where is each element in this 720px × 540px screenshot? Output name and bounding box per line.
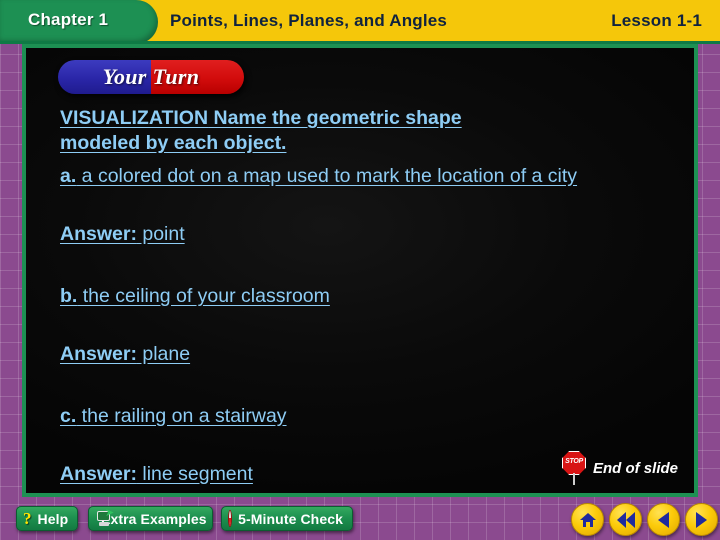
left-arrow-icon bbox=[658, 511, 669, 528]
home-button[interactable] bbox=[571, 503, 604, 536]
extra-examples-button[interactable]: ➤ Extra Examples bbox=[88, 506, 213, 531]
question-c-text: the railing on a stairway bbox=[76, 405, 287, 427]
end-of-slide-label: End of slide bbox=[592, 459, 678, 477]
stop-sign-text: STOP bbox=[565, 458, 583, 465]
question-c: c. the railing on a stairway bbox=[60, 404, 670, 429]
question-a: a. a colored dot on a map used to mark t… bbox=[60, 164, 670, 189]
chapter-label: Chapter 1 bbox=[28, 10, 109, 29]
answer-b-label: Answer: bbox=[60, 343, 137, 365]
home-icon bbox=[579, 512, 596, 527]
prompt-line-2: modeled by each object. bbox=[60, 132, 287, 154]
prompt-keyword: VISUALIZATION bbox=[60, 107, 209, 129]
answer-c-text: line segment bbox=[136, 463, 253, 485]
content-frame: Your Turn VISUALIZATION Name the geometr… bbox=[22, 44, 698, 497]
answer-a-label: Answer: bbox=[60, 223, 137, 245]
right-arrow-icon bbox=[696, 511, 707, 528]
question-c-marker: c. bbox=[60, 405, 77, 427]
answer-b: Answer: plane bbox=[60, 342, 670, 367]
next-slide-button[interactable] bbox=[685, 503, 718, 536]
rewind-button[interactable] bbox=[609, 503, 642, 536]
answer-c-label: Answer: bbox=[60, 463, 137, 485]
stop-sign-icon: STOP bbox=[560, 451, 588, 485]
slide-header: Chapter 1 Points, Lines, Planes, and Ang… bbox=[0, 0, 720, 44]
double-left-arrow-icon bbox=[616, 511, 635, 528]
end-of-slide-indicator: STOP End of slide bbox=[560, 451, 678, 485]
question-block: VISUALIZATION Name the geometric shape m… bbox=[60, 106, 670, 487]
question-a-marker: a. bbox=[60, 165, 77, 187]
question-b-marker: b. bbox=[60, 285, 78, 307]
five-minute-check-button-label: 5-Minute Check bbox=[238, 510, 343, 527]
question-a-text: a colored dot on a map used to mark the … bbox=[76, 165, 578, 187]
extra-examples-button-label: Extra Examples bbox=[101, 510, 207, 527]
question-mark-icon: ? bbox=[23, 508, 32, 528]
your-turn-banner: Your Turn bbox=[58, 60, 244, 94]
help-button[interactable]: ? Help bbox=[16, 506, 78, 531]
prompt-line: VISUALIZATION Name the geometric shape m… bbox=[60, 106, 670, 156]
banner-label: Your Turn bbox=[102, 64, 200, 89]
lesson-label: Lesson 1-1 bbox=[611, 11, 702, 30]
answer-a: Answer: point bbox=[60, 222, 670, 247]
previous-slide-button[interactable] bbox=[647, 503, 680, 536]
five-minute-check-button[interactable]: 5-Minute Check bbox=[221, 506, 353, 531]
question-b: b. the ceiling of your classroom bbox=[60, 284, 670, 309]
answer-a-text: point bbox=[136, 223, 185, 245]
help-button-label: Help bbox=[37, 510, 69, 527]
slide-root: Chapter 1 Points, Lines, Planes, and Ang… bbox=[0, 0, 720, 540]
page-title: Points, Lines, Planes, and Angles bbox=[170, 11, 448, 30]
prompt-line-1: Name the geometric shape bbox=[208, 107, 462, 129]
slide-footer: ? Help ➤ Extra Examples 5-Minute Check bbox=[0, 497, 720, 540]
clock-icon bbox=[228, 510, 233, 527]
question-b-text: the ceiling of your classroom bbox=[77, 285, 330, 307]
slide-content-area: Your Turn VISUALIZATION Name the geometr… bbox=[26, 48, 694, 493]
answer-b-text: plane bbox=[136, 343, 191, 365]
